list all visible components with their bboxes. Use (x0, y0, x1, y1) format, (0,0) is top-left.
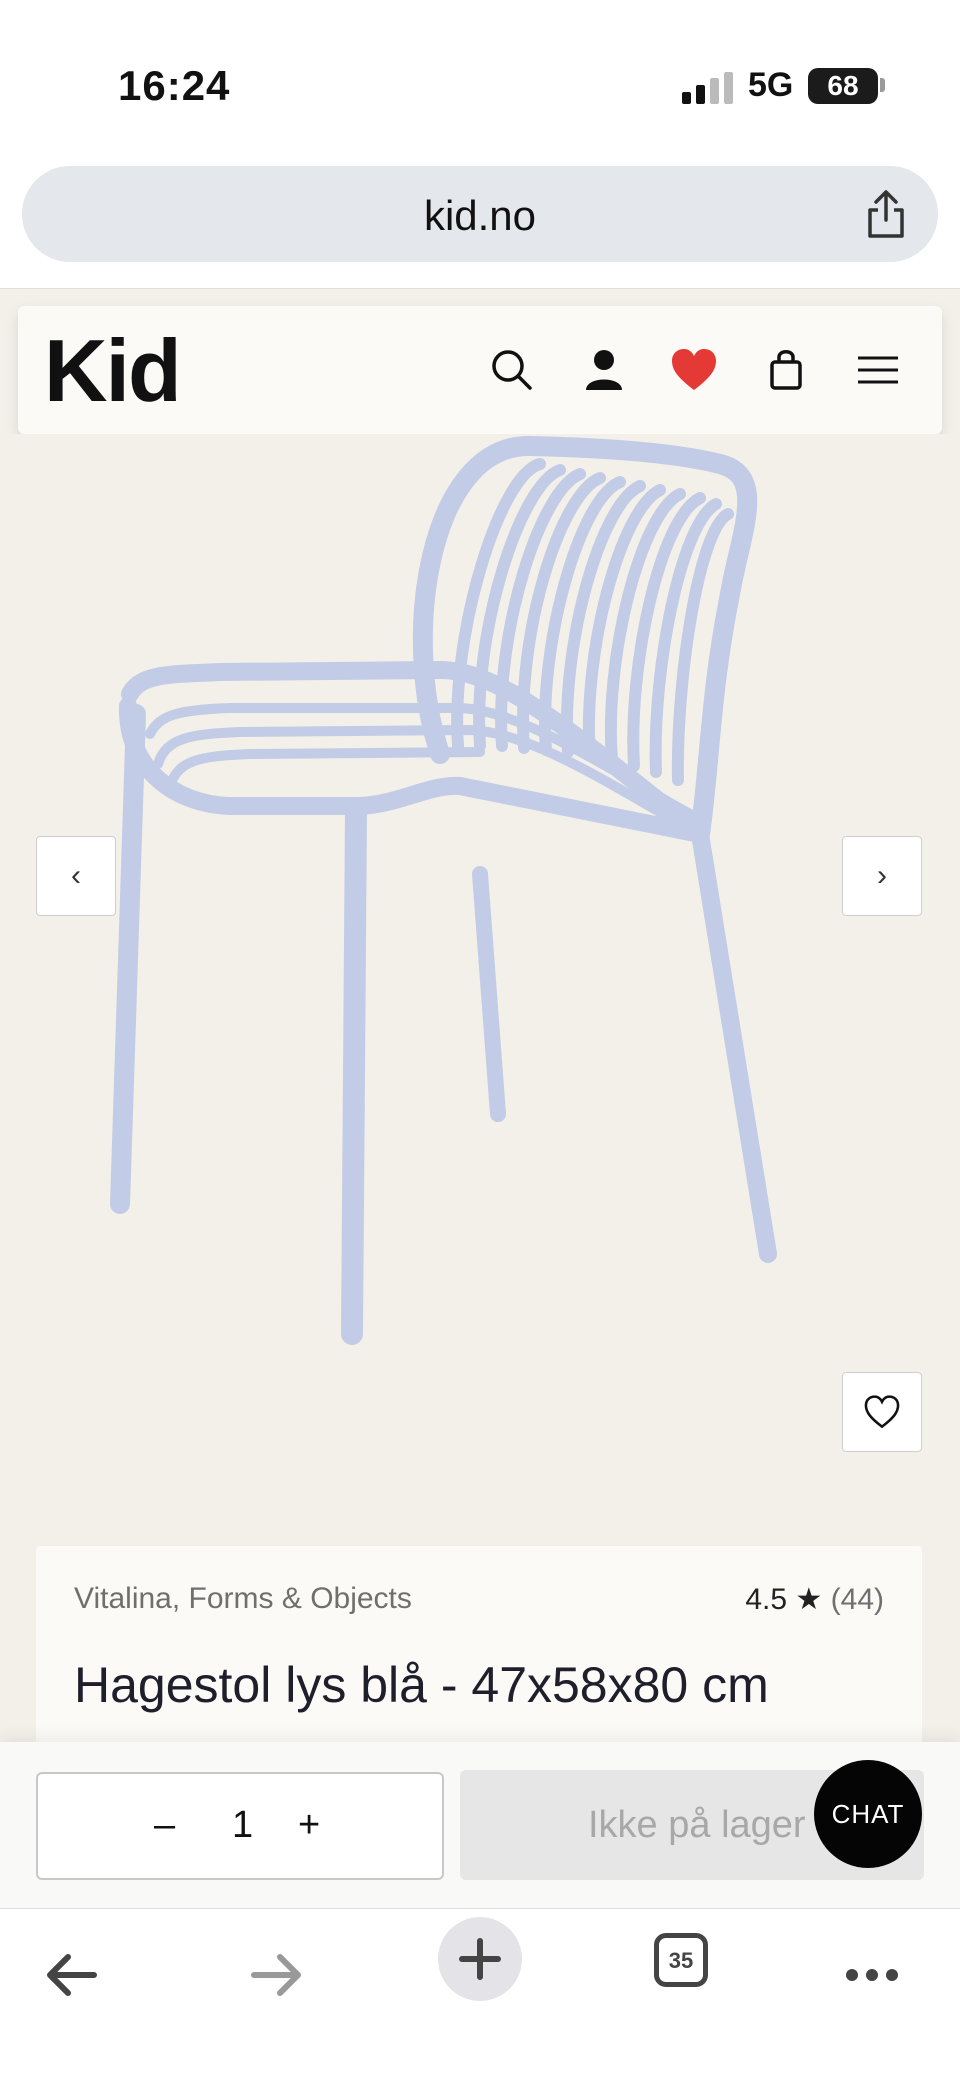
product-title: Hagestol lys blå - 47x58x80 cm (74, 1657, 769, 1713)
battery-icon: 68 (808, 68, 878, 104)
url-text[interactable]: kid.no (22, 192, 938, 240)
product-image-chair[interactable] (100, 434, 820, 1374)
bag-icon[interactable] (760, 344, 812, 396)
new-tab-button[interactable] (438, 1917, 522, 2001)
product-info-card: Vitalina, Forms & Objects 4.5 ★ (44) Hag… (36, 1546, 922, 1746)
product-image-gallery: ‹ › (0, 434, 960, 1544)
quantity-value: 1 (232, 1804, 254, 1846)
decrease-quantity-button[interactable]: – (154, 1804, 175, 1847)
browser-toolbar: 35 (0, 1908, 960, 2086)
cellular-signal-icon (682, 72, 733, 104)
back-arrow-icon[interactable] (32, 1935, 112, 2015)
tabs-button[interactable]: 35 (654, 1933, 708, 1987)
add-to-wishlist-button[interactable] (842, 1372, 922, 1452)
site-header: Kid (18, 306, 942, 434)
next-image-button[interactable]: › (842, 836, 922, 916)
account-icon[interactable] (578, 344, 630, 396)
more-options-icon[interactable] (832, 1935, 912, 2015)
browser-address-area: kid.no (0, 160, 960, 289)
search-icon[interactable] (486, 344, 538, 396)
product-brand[interactable]: Vitalina, Forms & Objects (74, 1582, 412, 1616)
chat-button[interactable]: CHAT (814, 1760, 922, 1868)
address-bar[interactable]: kid.no (22, 166, 938, 262)
product-rating[interactable]: 4.5 ★ (44) (745, 1582, 884, 1617)
quantity-stepper: – 1 + (36, 1772, 444, 1880)
network-type: 5G (748, 66, 794, 104)
status-bar: 16:24 5G 68 (0, 0, 960, 160)
share-icon[interactable] (862, 188, 910, 240)
site-logo[interactable]: Kid (44, 320, 182, 422)
tabs-count: 35 (668, 1948, 694, 1973)
review-count: (44) (830, 1583, 884, 1616)
battery-cap (880, 78, 885, 92)
rating-value: 4.5 ★ (745, 1583, 823, 1616)
clock: 16:24 (118, 62, 231, 109)
menu-icon[interactable] (852, 344, 904, 396)
purchase-bar: – 1 + Ikke på lager CHAT (0, 1742, 960, 1908)
forward-arrow-icon[interactable] (236, 1935, 316, 2015)
increase-quantity-button[interactable]: + (298, 1804, 320, 1847)
heart-outline-icon (864, 1395, 900, 1429)
previous-image-button[interactable]: ‹ (36, 836, 116, 916)
heart-icon[interactable] (668, 344, 720, 396)
stock-status-label: Ikke på lager (588, 1804, 806, 1846)
plus-icon (459, 1938, 501, 1980)
